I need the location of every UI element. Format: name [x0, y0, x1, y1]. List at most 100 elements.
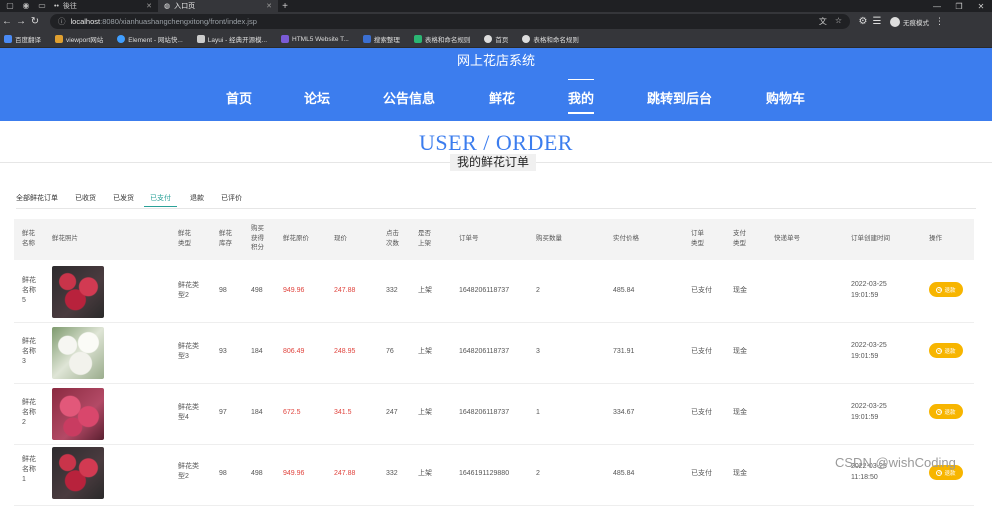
- flower-type: 鲜花类型2: [178, 282, 199, 299]
- created-date: 2022-03-25: [851, 403, 887, 410]
- pay-type: 现金: [733, 409, 747, 416]
- order-type: 已支付: [691, 287, 712, 294]
- nav-admin[interactable]: 跳转到后台: [647, 88, 712, 107]
- order-number: 1648206118737: [459, 348, 510, 355]
- points: 184: [251, 348, 263, 355]
- bookmark-item[interactable]: viewport网站: [55, 34, 103, 44]
- refund-icon: ⟲: [936, 347, 943, 354]
- column-header: 鲜花类型: [178, 230, 191, 247]
- created-date: 2022-03-25: [851, 281, 887, 288]
- extensions-icon[interactable]: ⚙: [856, 16, 870, 27]
- nav-mine[interactable]: 我的: [568, 79, 595, 114]
- bookmark-item[interactable]: 百度翻译: [4, 34, 41, 44]
- tab-reviewed[interactable]: 已评价: [221, 193, 242, 203]
- nav-home[interactable]: 首页: [226, 88, 252, 107]
- tab-refund[interactable]: 退款: [190, 193, 204, 203]
- bookmark-item[interactable]: 首页: [484, 34, 508, 44]
- back-icon[interactable]: ←: [0, 16, 14, 27]
- bookmark-icon: [4, 35, 12, 43]
- bookmark-icon: [484, 35, 493, 43]
- menu-icon[interactable]: ⋮: [935, 16, 944, 27]
- nav-announcements[interactable]: 公告信息: [383, 88, 435, 107]
- refund-icon: ⟲: [936, 469, 943, 476]
- refund-button[interactable]: ⟲ 退款: [929, 343, 963, 358]
- tab-received[interactable]: 已收货: [75, 193, 96, 203]
- bookmark-item[interactable]: 表格和命名规则: [522, 34, 579, 44]
- on-sale: 上架: [418, 470, 432, 477]
- address-bar-row: ← → ↻ ⓘ localhost:8080/xianhuashangcheng…: [0, 12, 992, 31]
- column-header: 鲜花库存: [219, 230, 232, 247]
- nav-forum[interactable]: 论坛: [304, 88, 330, 107]
- url-input[interactable]: ⓘ localhost:8080/xianhuashangchengxitong…: [50, 14, 850, 29]
- order-type: 已支付: [691, 348, 712, 355]
- price: 341.5: [334, 409, 352, 416]
- order-number: 1646191129880: [459, 470, 510, 477]
- flower-stock: 98: [219, 287, 227, 294]
- points: 184: [251, 409, 263, 416]
- order-number: 1648206118737: [459, 409, 510, 416]
- bookmarks-bar: 百度翻译 viewport网站 Element - 网站快... Layui -…: [0, 31, 992, 48]
- tab-shipped[interactable]: 已发货: [113, 193, 134, 203]
- tab-all-orders[interactable]: 全部鲜花订单: [16, 193, 58, 203]
- bookmark-icon: [281, 35, 289, 43]
- price: 248.95: [334, 348, 356, 355]
- points: 498: [251, 470, 263, 477]
- maximize-icon[interactable]: ❐: [948, 2, 970, 11]
- quantity: 1: [536, 409, 540, 416]
- reading-list-icon[interactable]: ☰: [870, 16, 884, 27]
- close-window-icon[interactable]: ✕: [970, 2, 992, 11]
- profile-button[interactable]: 无痕模式: [890, 16, 929, 27]
- site-info-icon[interactable]: ⓘ: [58, 16, 66, 27]
- nav-flowers[interactable]: 鲜花: [489, 88, 515, 107]
- price: 247.88: [334, 287, 356, 294]
- watermark: CSDN @wishCoding: [835, 455, 956, 470]
- refund-icon: ⟲: [936, 408, 943, 415]
- bookmark-icon: [413, 35, 422, 43]
- table-row: 鲜花名称5 鲜花类型2 98 498 949.96 247.88 332 上架 …: [14, 262, 974, 323]
- original-price: 949.96: [283, 470, 305, 477]
- bookmark-item[interactable]: Layui - 经典开源模...: [196, 34, 267, 44]
- refund-button[interactable]: ⟲ 退款: [929, 282, 963, 297]
- browser-tab-strip: ▢ ◉ ▭ •• 後往 ✕ ◍ 入口页 ✕ + — ❐ ✕: [0, 0, 992, 12]
- column-header: 订单类型: [691, 230, 704, 247]
- close-icon[interactable]: ✕: [146, 2, 152, 10]
- minimize-icon[interactable]: —: [926, 2, 948, 11]
- star-icon[interactable]: ☆: [835, 16, 842, 27]
- created-time: 19:01:59: [851, 414, 879, 421]
- on-sale: 上架: [418, 348, 432, 355]
- browser-tab-active[interactable]: ◍ 入口页 ✕: [158, 0, 278, 12]
- flower-name: 鲜花名称3: [22, 338, 36, 365]
- tab-paid[interactable]: 已支付: [144, 193, 177, 207]
- bookmark-item[interactable]: Element - 网站快...: [117, 34, 183, 44]
- translate-icon[interactable]: 文: [819, 16, 827, 27]
- window-icon[interactable]: ▢: [4, 1, 16, 11]
- price: 247.88: [334, 470, 356, 477]
- tab-list-icon[interactable]: ▭: [36, 1, 48, 11]
- on-sale: 上架: [418, 409, 432, 416]
- browser-tab[interactable]: •• 後往 ✕: [48, 0, 158, 12]
- reload-icon[interactable]: ↻: [28, 16, 42, 27]
- paid-amount: 731.91: [613, 348, 635, 355]
- flower-type: 鲜花类型2: [178, 463, 199, 480]
- site-title: 网上花店系统: [456, 53, 535, 68]
- forward-icon[interactable]: →: [14, 16, 28, 27]
- nav-cart[interactable]: 购物车: [766, 88, 805, 107]
- bookmark-item[interactable]: 搜索整理: [362, 34, 400, 44]
- created-time: 19:01:59: [851, 353, 879, 360]
- bookmark-item[interactable]: 表格和命名规则: [413, 34, 470, 44]
- tab-title: 後往: [62, 3, 77, 10]
- bookmark-icon: [362, 35, 371, 43]
- bookmark-item[interactable]: HTML5 Website T...: [281, 35, 349, 43]
- close-icon[interactable]: ✕: [266, 2, 272, 10]
- pay-type: 现金: [733, 348, 747, 355]
- original-price: 806.49: [283, 348, 305, 355]
- divider: [16, 208, 976, 209]
- refund-button[interactable]: ⟲ 退款: [929, 404, 963, 419]
- column-header: 是否上架: [418, 230, 431, 247]
- pay-type: 现金: [733, 287, 747, 294]
- new-tab-button[interactable]: +: [278, 1, 292, 12]
- table-row: 鲜花名称3 鲜花类型3 93 184 806.49 248.95 76 上架 1…: [14, 323, 974, 384]
- flower-name: 鲜花名称2: [22, 399, 36, 426]
- column-header: 购买获得积分: [251, 225, 264, 251]
- clicks: 332: [386, 470, 398, 477]
